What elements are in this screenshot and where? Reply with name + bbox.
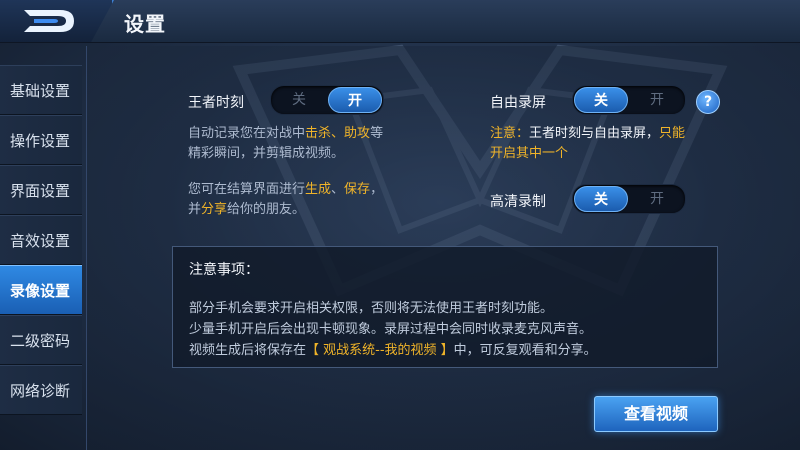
- sidebar-item-controls[interactable]: 操作设置: [0, 115, 82, 165]
- free-record-warning: 注意：王者时刻与自由录屏，只能 开启其中一个: [490, 124, 685, 164]
- kings-moment-label: 王者时刻: [188, 95, 244, 111]
- back-button[interactable]: [0, 0, 114, 42]
- desc-separator: 、: [331, 126, 345, 141]
- free-record-toggle[interactable]: 关 开: [572, 85, 686, 115]
- kings-moment-off-option[interactable]: 关: [272, 87, 326, 113]
- warning-text: 王者时刻与自由录屏，: [529, 126, 660, 141]
- sidebar-item-network-diagnosis[interactable]: 网络诊断: [0, 365, 82, 415]
- sidebar-item-secondary-password[interactable]: 二级密码: [0, 315, 82, 365]
- kings-moment-description: 自动记录您在对战中击杀、助攻等 精彩瞬间，并剪辑成视频。: [188, 124, 383, 164]
- sidebar: 基础设置 操作设置 界面设置 音效设置 录像设置 二级密码 网络诊断: [0, 65, 82, 415]
- notes-path-highlight: 【 观战系统--我的视频 】: [306, 343, 454, 358]
- notes-line-3: 视频生成后将保存在【 观战系统--我的视频 】中，可反复观看和分享。: [189, 339, 597, 358]
- notes-line-3-text: 中，可反复观看和分享。: [453, 343, 597, 358]
- warning-prefix: 注意：: [490, 126, 530, 141]
- hd-record-off-option[interactable]: 关: [574, 186, 628, 212]
- notes-panel: 注意事项： 部分手机会要求开启相关权限，否则将无法使用王者时刻功能。 少量手机开…: [172, 246, 718, 368]
- sidebar-item-audio[interactable]: 音效设置: [0, 215, 82, 265]
- back-logo-icon: [24, 10, 74, 32]
- desc-highlight-kill: 击杀: [305, 126, 332, 141]
- sidebar-item-recording[interactable]: 录像设置: [0, 265, 82, 315]
- top-bar: 设置: [0, 0, 800, 43]
- warning-highlight: 只能: [659, 126, 686, 141]
- desc-separator: 、: [331, 182, 345, 197]
- desc-text: 自动记录您在对战中: [188, 126, 306, 141]
- page-title: 设置: [124, 12, 166, 36]
- free-record-on-option[interactable]: 开: [630, 87, 684, 113]
- notes-line-2: 少量手机开启后会出现卡顿现象。录屏过程中会同时收录麦克风声音。: [189, 322, 593, 337]
- sidebar-item-interface[interactable]: 界面设置: [0, 165, 82, 215]
- desc-text: 等: [370, 126, 384, 141]
- desc-text: 您可在结算界面进行: [188, 182, 306, 197]
- warning-line-2: 开启其中一个: [490, 146, 569, 161]
- hd-record-label: 高清录制: [490, 194, 546, 210]
- free-record-label: 自由录屏: [490, 95, 546, 111]
- view-videos-button[interactable]: 查看视频: [594, 396, 718, 432]
- help-icon[interactable]: ?: [696, 90, 720, 114]
- desc-highlight-save: 保存: [344, 182, 371, 197]
- kings-moment-description-2: 您可在结算界面进行生成、保存， 并分享给你的朋友。: [188, 180, 383, 220]
- hd-record-on-option[interactable]: 开: [630, 186, 684, 212]
- free-record-off-option[interactable]: 关: [574, 87, 628, 113]
- notes-title: 注意事项：: [189, 262, 259, 278]
- desc-highlight-assist: 助攻: [344, 126, 371, 141]
- desc-highlight-share: 分享: [201, 202, 228, 217]
- notes-line-3-text: 视频生成后将保存在: [189, 343, 307, 358]
- notes-line-1: 部分手机会要求开启相关权限，否则将无法使用王者时刻功能。: [189, 301, 554, 316]
- kings-moment-on-option[interactable]: 开: [328, 87, 382, 113]
- desc-highlight-generate: 生成: [305, 182, 332, 197]
- hd-record-toggle[interactable]: 关 开: [572, 184, 686, 214]
- kings-moment-toggle[interactable]: 关 开: [270, 85, 384, 115]
- desc-text: ，: [370, 182, 384, 197]
- sidebar-item-basic[interactable]: 基础设置: [0, 65, 82, 115]
- desc-text: 并: [188, 202, 202, 217]
- desc-text: 精彩瞬间，并剪辑成视频。: [188, 146, 345, 161]
- desc-text: 给你的朋友。: [227, 202, 306, 217]
